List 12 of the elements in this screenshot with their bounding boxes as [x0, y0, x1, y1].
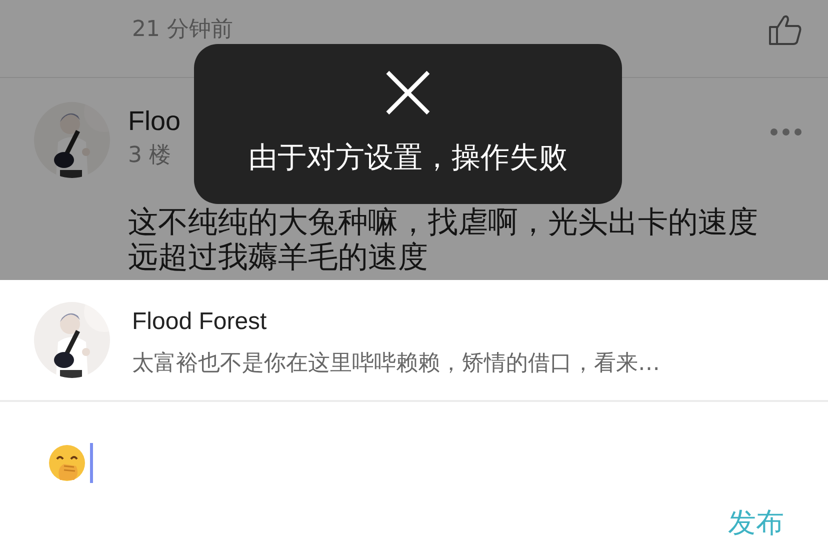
- comment-author: Floo: [128, 106, 181, 137]
- emoji-icon: [48, 444, 86, 482]
- comment-text: 这不纯纯的大兔种嘛，找虐啊，光头出卡的速度远超过我薅羊毛的速度: [128, 205, 759, 275]
- more-icon[interactable]: [770, 128, 802, 136]
- comment-time: 21 分钟前: [132, 16, 233, 44]
- reply-author: Flood Forest: [132, 308, 268, 336]
- toast-message: 由于对方设置，操作失败: [248, 139, 568, 176]
- reply-snippet: 太富裕也不是你在这里哔哔赖赖，矫情的借口，看来…: [132, 350, 660, 378]
- thumbs-up-icon[interactable]: [768, 14, 802, 46]
- error-icon: ×: [372, 50, 444, 130]
- floor-number: 3 楼: [128, 143, 172, 169]
- publish-button[interactable]: 发布: [728, 506, 784, 540]
